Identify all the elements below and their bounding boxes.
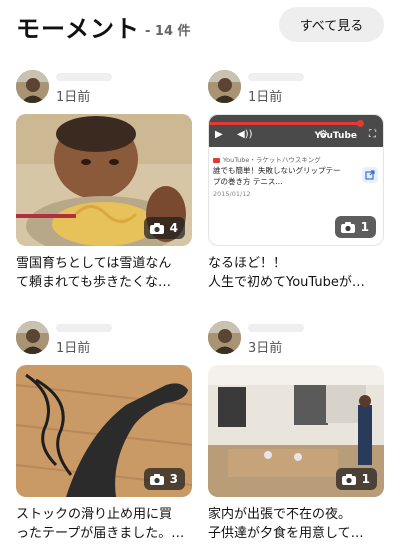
user-name-blurred: [248, 73, 304, 81]
card-header: 1日前: [208, 70, 384, 108]
photo-count-badge: 1: [334, 216, 376, 238]
camera-icon: [341, 473, 356, 485]
avatar[interactable]: [208, 321, 241, 354]
photo-count: 1: [360, 220, 369, 234]
photo-count-badge: 4: [143, 217, 185, 239]
moment-date: 1日前: [248, 90, 283, 105]
user-name-blurred: [56, 73, 112, 81]
moment-count: - 14 件: [145, 24, 191, 39]
moments-header: モーメント - 14 件 すべて見る: [0, 0, 400, 52]
volume-icon[interactable]: ◀)): [237, 129, 253, 140]
user-name-blurred: [56, 324, 112, 332]
moment-caption: 家内が出張で不在の夜。 子供達が夕食を用意して…: [208, 507, 364, 541]
user-name-blurred: [248, 324, 304, 332]
moment-photo[interactable]: 4: [16, 114, 192, 246]
youtube-icon: [213, 157, 220, 163]
camera-icon: [149, 222, 164, 234]
camera-icon: [340, 221, 355, 233]
moment-date: 1日前: [56, 341, 91, 356]
photo-count-badge: 1: [335, 468, 377, 490]
photo-count: 1: [361, 472, 370, 486]
photo-count-badge: 3: [143, 468, 185, 490]
moment-card[interactable]: 1日前 4 雪国育ちとしては雪道なん て頼まれても歩きたくな…: [16, 70, 192, 300]
moment-card[interactable]: 3日前 1 家内が出張で不在の夜。 子供達が夕食を用意して…: [208, 321, 384, 551]
youtube-title[interactable]: 誰でも簡単！失敗しないグリップテー プの巻き方 テニス...: [213, 165, 353, 187]
moment-date: 1日前: [56, 90, 91, 105]
camera-icon: [149, 473, 164, 485]
card-header: 3日前: [208, 321, 384, 359]
avatar[interactable]: [16, 70, 49, 103]
youtube-date: 2015/01/12: [213, 190, 251, 198]
avatar[interactable]: [208, 70, 241, 103]
moment-card[interactable]: 1日前 ▶ ◀)) ⚙ YouTube ⛶ YouTube・ラケットハウスキング…: [208, 70, 384, 300]
fullscreen-icon[interactable]: ⛶: [369, 129, 376, 140]
avatar[interactable]: [16, 321, 49, 354]
video-progress[interactable]: [209, 122, 359, 125]
play-icon[interactable]: ▶: [215, 129, 223, 140]
card-header: 1日前: [16, 321, 192, 359]
moment-photo[interactable]: 3: [16, 365, 192, 497]
video-scrubber[interactable]: [357, 120, 364, 127]
moment-card[interactable]: 1日前 3 ストックの滑り止め用に買 ったテープが届きました。…: [16, 321, 192, 551]
youtube-embed[interactable]: ▶ ◀)) ⚙ YouTube ⛶ YouTube・ラケットハウスキング 誰でも…: [208, 114, 384, 246]
see-all-button[interactable]: すべて見る: [279, 7, 384, 42]
moment-caption: ストックの滑り止め用に買 ったテープが届きました。…: [16, 507, 185, 541]
youtube-player-bar[interactable]: ▶ ◀)) ⚙ YouTube ⛶: [209, 115, 383, 147]
open-external-icon[interactable]: [362, 167, 378, 183]
youtube-source: YouTube・ラケットハウスキング: [213, 154, 321, 164]
photo-count: 4: [169, 221, 178, 235]
moment-caption: 雪国育ちとしては雪道なん て頼まれても歩きたくな…: [16, 256, 172, 290]
page-title: モーメント: [16, 15, 141, 43]
card-header: 1日前: [16, 70, 192, 108]
moment-caption: なるほど！！ 人生で初めてYouTubeが…: [208, 256, 365, 290]
photo-count: 3: [169, 472, 178, 486]
moment-photo[interactable]: 1: [208, 365, 384, 497]
youtube-logo: YouTube: [314, 131, 357, 141]
moment-date: 3日前: [248, 341, 283, 356]
